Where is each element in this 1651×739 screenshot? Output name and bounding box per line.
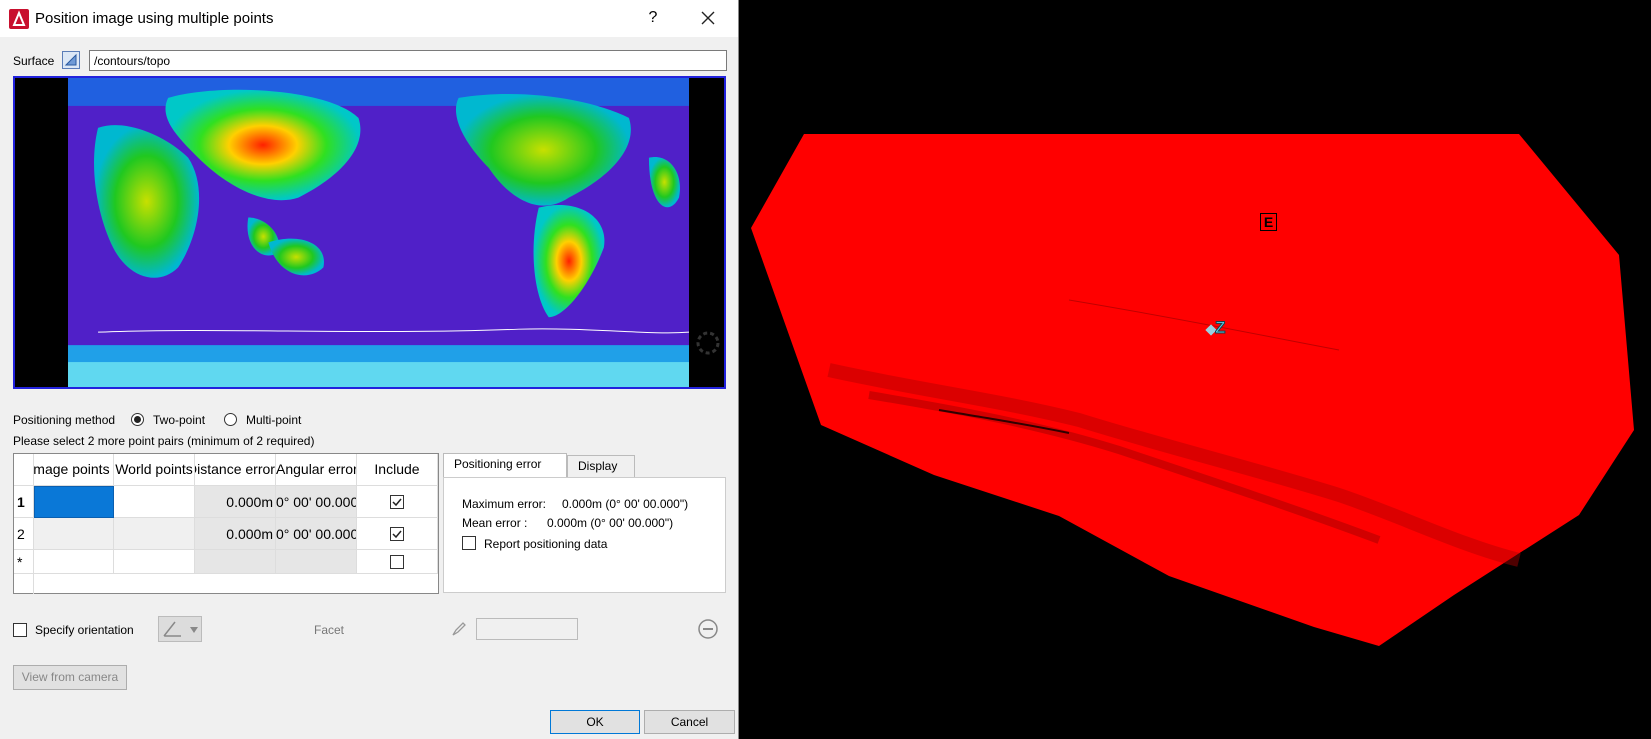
table-row-num: * — [14, 550, 34, 574]
app-logo-icon — [9, 9, 29, 29]
checkmark-icon — [392, 498, 402, 507]
distance-error-cell: 0.000m — [195, 486, 276, 518]
col-header-distance-error[interactable]: Distance error — [195, 454, 276, 486]
point-pairs-table: Image points World points Distance error… — [13, 453, 439, 594]
mean-error-label: Mean error : — [462, 516, 528, 530]
table-row-num — [14, 574, 34, 594]
remove-icon[interactable] — [697, 618, 719, 640]
close-button[interactable] — [690, 6, 726, 30]
col-header-world-points[interactable]: World points — [114, 454, 195, 486]
distance-error-cell: 0.000m — [195, 518, 276, 550]
red-surface-model — [751, 134, 1634, 646]
specify-orientation-label: Specify orientation — [35, 623, 134, 637]
help-button[interactable]: ? — [638, 6, 668, 30]
include-cell — [357, 486, 438, 518]
world-point-cell[interactable] — [114, 518, 195, 550]
angular-error-cell: 0° 00' 00.000" — [276, 486, 357, 518]
multi-point-label: Multi-point — [246, 413, 302, 427]
world-point-cell[interactable] — [114, 550, 195, 574]
positioning-method-label: Positioning method — [13, 413, 116, 427]
marker-e[interactable]: E — [1260, 213, 1277, 231]
col-header-angular-error[interactable]: Angular error — [276, 454, 357, 486]
surface-picker-icon[interactable] — [62, 51, 80, 69]
report-positioning-label: Report positioning data — [484, 537, 608, 551]
image-point-cell[interactable] — [34, 486, 114, 518]
close-icon — [701, 11, 715, 25]
ok-button[interactable]: OK — [550, 710, 640, 734]
marker-z[interactable]: Z — [1205, 318, 1235, 338]
multi-point-radio[interactable] — [224, 413, 237, 426]
loading-spinner-icon — [696, 331, 720, 355]
facet-label: Facet — [314, 623, 345, 637]
point-pairs-hint: Please select 2 more point pairs (minimu… — [13, 434, 315, 448]
include-cell — [357, 518, 438, 550]
specify-orientation-checkbox[interactable] — [13, 623, 27, 637]
table-row-num: 2 — [14, 518, 34, 550]
report-positioning-checkbox[interactable] — [462, 536, 476, 550]
pencil-pick-icon[interactable] — [450, 620, 468, 638]
mean-error-value: 0.000m (0° 00' 00.000") — [547, 516, 674, 530]
title-bar: Position image using multiple points ? — [0, 0, 738, 37]
two-point-radio[interactable] — [131, 413, 144, 426]
max-error-value: 0.000m (0° 00' 00.000") — [562, 497, 689, 511]
distance-error-cell — [195, 550, 276, 574]
cancel-button[interactable]: Cancel — [644, 710, 735, 734]
include-checkbox[interactable] — [390, 495, 404, 509]
marker-z-label: Z — [1214, 318, 1226, 338]
include-checkbox[interactable] — [390, 527, 404, 541]
max-error-label: Maximum error: — [462, 497, 547, 511]
table-row-num: 1 — [14, 486, 34, 518]
col-header-include[interactable]: Include — [357, 454, 438, 486]
col-header-image-points[interactable]: Image points — [34, 454, 114, 486]
tab-display[interactable]: Display — [567, 455, 635, 479]
two-point-label: Two-point — [153, 413, 206, 427]
marker-e-label: E — [1263, 214, 1274, 230]
tab-positioning-error[interactable]: Positioning error — [443, 453, 567, 479]
positioning-error-panel: Maximum error: 0.000m (0° 00' 00.000") M… — [443, 477, 726, 593]
facet-input[interactable] — [476, 618, 578, 640]
surface-label: Surface — [13, 54, 55, 68]
image-point-cell[interactable] — [34, 518, 114, 550]
angular-error-cell — [276, 550, 357, 574]
view-from-camera-button[interactable]: View from camera — [13, 665, 127, 690]
chevron-down-icon — [190, 627, 198, 633]
3d-viewport[interactable]: E Z — [739, 0, 1651, 739]
angular-error-cell: 0° 00' 00.000" — [276, 518, 357, 550]
surface-input[interactable]: /contours/topo — [89, 50, 727, 71]
orientation-tool-dropdown[interactable] — [158, 616, 202, 642]
include-cell — [357, 550, 438, 574]
checkmark-icon — [392, 530, 402, 539]
topo-world-map — [68, 78, 689, 387]
image-preview[interactable] — [13, 76, 726, 389]
angle-tool-icon — [163, 621, 181, 637]
include-checkbox[interactable] — [390, 555, 404, 569]
position-image-dialog: Position image using multiple points ? S… — [0, 0, 739, 739]
dialog-title: Position image using multiple points — [35, 10, 274, 27]
row-header-corner — [14, 454, 34, 486]
image-point-cell[interactable] — [34, 550, 114, 574]
world-point-cell[interactable] — [114, 486, 195, 518]
